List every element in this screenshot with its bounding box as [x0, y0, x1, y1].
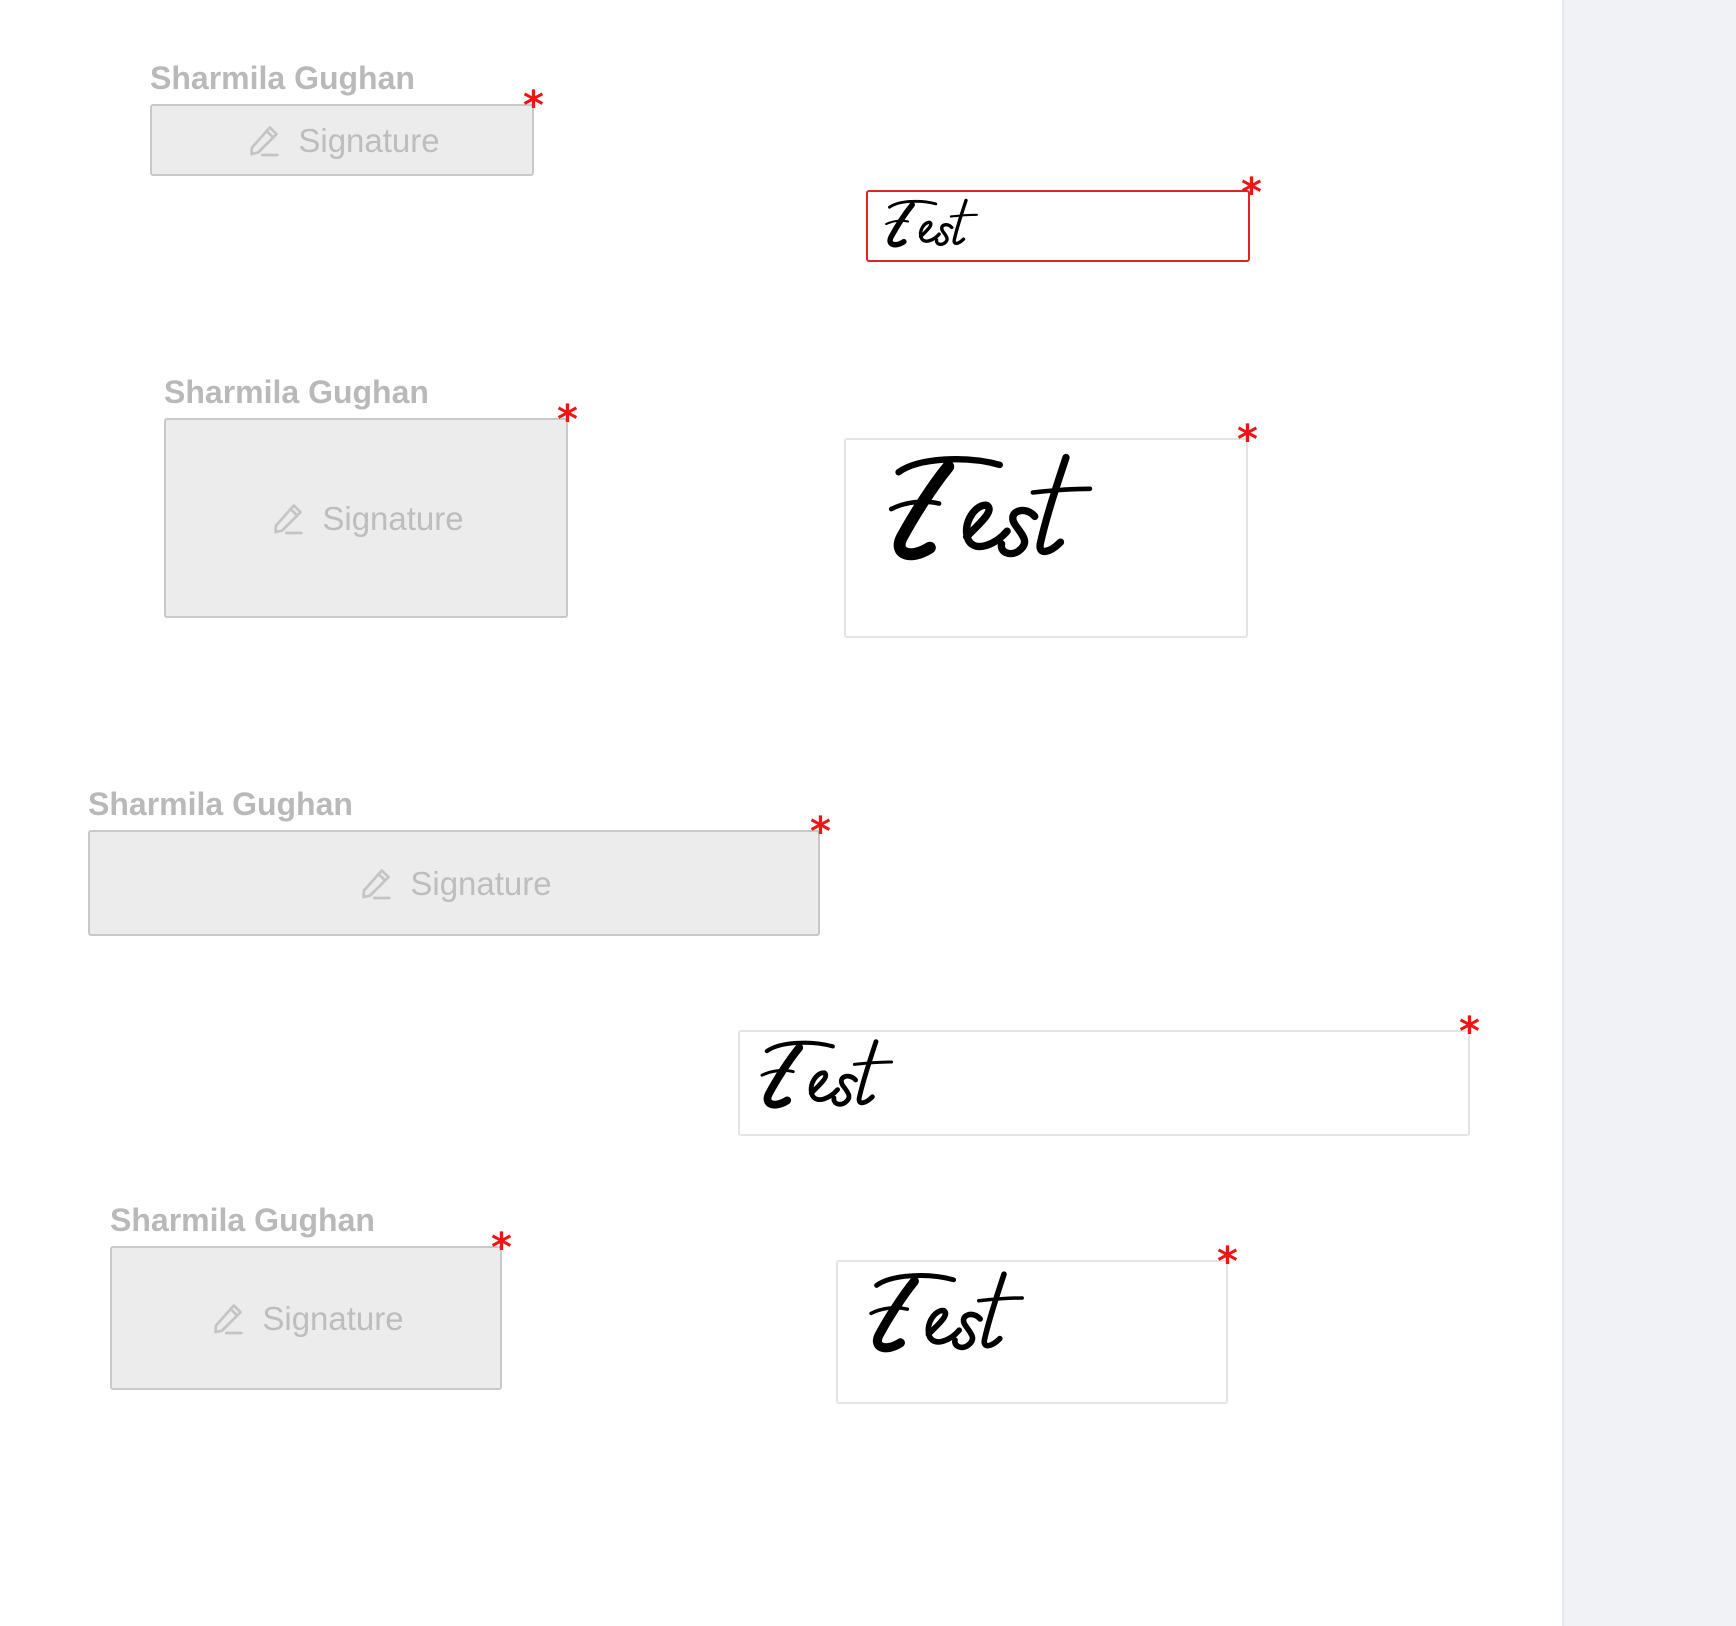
signed-signature-field[interactable] [738, 1030, 1470, 1136]
right-panel-gutter [1562, 0, 1736, 1626]
document-page: Sharmila Gughan Signature * Sharmila Gug… [0, 0, 1562, 1626]
required-marker: * [1459, 1009, 1480, 1055]
required-marker: * [523, 83, 544, 129]
signature-image [888, 453, 1093, 561]
signature-field[interactable]: Signature [164, 418, 568, 618]
signature-placeholder: Signature [262, 1299, 404, 1337]
signed-signature-field[interactable] [836, 1260, 1228, 1404]
signer-name-label: Sharmila Gughan [150, 60, 415, 96]
signature-placeholder: Signature [322, 499, 464, 537]
required-marker: * [1237, 417, 1258, 463]
signature-image [760, 1039, 894, 1109]
signature-field[interactable]: Signature [150, 104, 534, 176]
signed-signature-field[interactable] [844, 438, 1248, 638]
required-marker: * [810, 809, 831, 855]
required-marker: * [491, 1225, 512, 1271]
pen-icon [208, 1298, 248, 1338]
signature-placeholder: Signature [298, 121, 440, 159]
signer-name-label: Sharmila Gughan [88, 786, 353, 822]
signature-placeholder: Signature [410, 864, 552, 902]
pen-icon [244, 120, 284, 160]
pen-icon [268, 498, 308, 538]
signer-name-label: Sharmila Gughan [110, 1202, 375, 1238]
signature-image [869, 1271, 1024, 1353]
required-marker: * [1241, 170, 1262, 216]
signature-field[interactable]: Signature [110, 1246, 502, 1390]
signature-field[interactable]: Signature [88, 830, 820, 936]
signed-signature-field[interactable] [866, 190, 1250, 262]
required-marker: * [557, 397, 578, 443]
pen-icon [356, 863, 396, 903]
required-marker: * [1217, 1239, 1238, 1285]
signer-name-label: Sharmila Gughan [164, 374, 429, 410]
signature-image [885, 198, 978, 248]
